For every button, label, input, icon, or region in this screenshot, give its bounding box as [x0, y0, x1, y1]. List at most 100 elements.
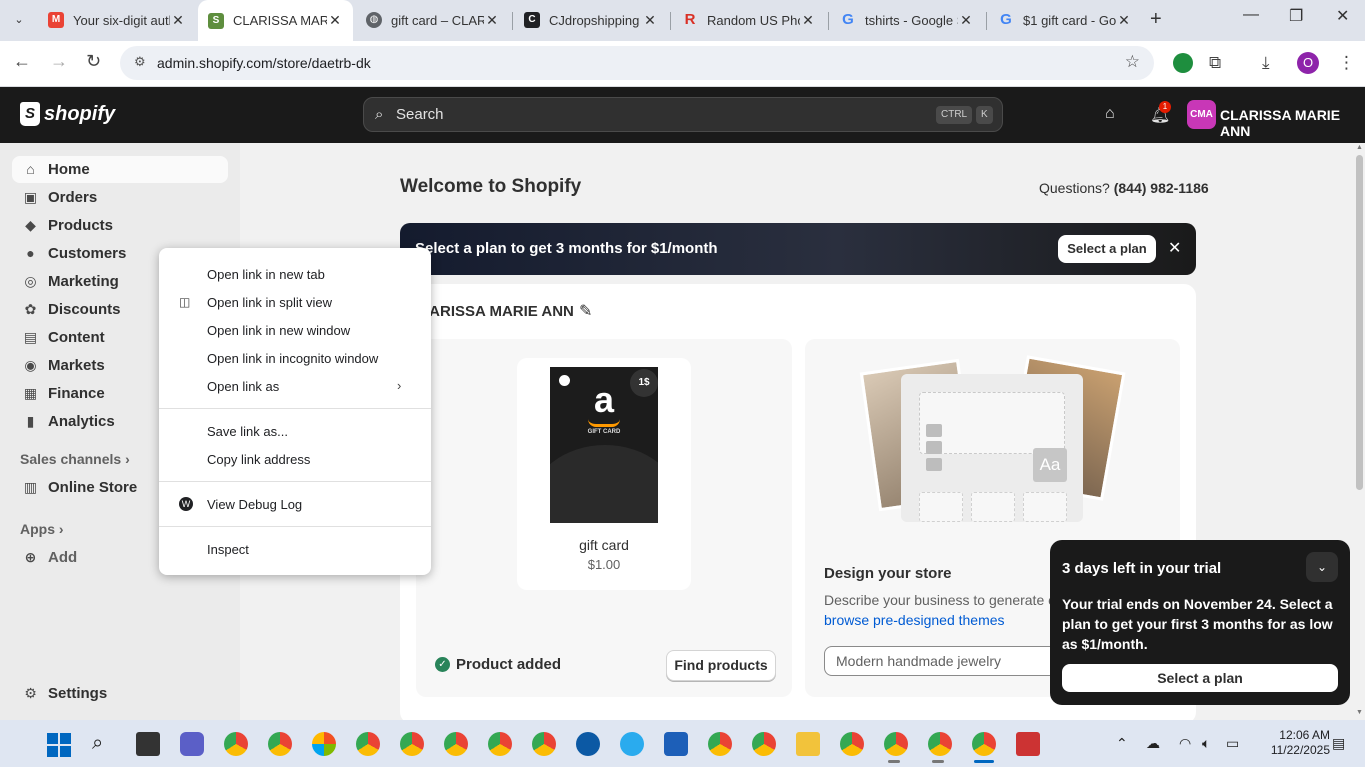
snipping-tool-icon[interactable]	[1016, 732, 1040, 756]
sidebar-item-label: Discounts	[48, 301, 121, 318]
extensions-icon[interactable]: ⧉	[1209, 53, 1229, 73]
edge-icon[interactable]	[576, 732, 600, 756]
close-icon[interactable]: ✕	[170, 12, 186, 29]
menu-item-open-split-view[interactable]: ◫ Open link in split view	[159, 289, 431, 317]
tab-title: gift card – CLARISSA	[391, 12, 484, 28]
sidebar-item-products[interactable]: ◆ Products	[12, 212, 228, 239]
pencil-icon[interactable]: ✎	[579, 301, 592, 321]
menu-item-open-new-tab[interactable]: Open link in new tab	[159, 261, 431, 289]
scroll-down-icon[interactable]: ▼	[1356, 709, 1363, 716]
tab-search-icon[interactable]: ⌄	[8, 10, 30, 30]
menu-kebab-icon[interactable]: ⋮	[1338, 53, 1358, 73]
menu-item-open-link-as[interactable]: Open link as ›	[159, 373, 431, 401]
reload-icon[interactable]: ↻	[86, 51, 101, 72]
extension-grammarly-icon[interactable]	[1173, 53, 1193, 73]
menu-item-copy-link[interactable]: Copy link address	[159, 446, 431, 474]
marketing-icon: ◎	[24, 273, 37, 289]
sidebar-item-orders[interactable]: ▣ Orders	[12, 184, 228, 211]
menu-item-inspect[interactable]: Inspect	[159, 536, 431, 564]
close-icon[interactable]: ✕	[1116, 12, 1132, 29]
chrome-active-icon[interactable]	[972, 732, 996, 756]
wifi-icon[interactable]: ◠	[1179, 735, 1191, 752]
shopify-logo[interactable]: shopify	[20, 102, 115, 126]
taskbar-search-icon[interactable]: ⌕	[92, 732, 103, 755]
download-icon[interactable]: ⤓	[1262, 53, 1282, 73]
chrome-profile-icon[interactable]	[708, 732, 732, 756]
scrollbar-thumb[interactable]	[1356, 155, 1363, 490]
apps-heading[interactable]: Apps ›	[20, 521, 64, 537]
chrome-profile-icon[interactable]	[400, 732, 424, 756]
chrome-icon[interactable]	[224, 732, 248, 756]
close-icon[interactable]: ✕	[327, 12, 343, 29]
chrome-profile-icon[interactable]	[444, 732, 468, 756]
sales-channels-heading[interactable]: Sales channels ›	[20, 451, 130, 467]
store-avatar[interactable]: CMA	[1187, 100, 1216, 129]
tab-gmail[interactable]: M Your six-digit auth ✕	[38, 4, 196, 36]
sidebar-item-settings[interactable]: ⚙ Settings	[12, 680, 228, 707]
close-icon[interactable]: ✕	[800, 12, 816, 29]
tab-google-gift-card[interactable]: G $1 gift card - Google ✕	[988, 4, 1142, 36]
business-description-input[interactable]: Modern handmade jewelry	[824, 646, 1064, 676]
select-plan-button[interactable]: Select a plan	[1062, 664, 1338, 692]
chrome-profile-icon[interactable]	[928, 732, 952, 756]
copilot-icon[interactable]	[312, 732, 336, 756]
bookmark-star-icon[interactable]: ☆	[1125, 52, 1140, 72]
chrome-profile-icon[interactable]	[752, 732, 776, 756]
site-info-icon[interactable]: ⚙	[134, 54, 152, 72]
product-name: gift card	[579, 537, 629, 553]
inbox-icon[interactable]: ⌂	[1105, 105, 1115, 123]
close-icon[interactable]: ✕	[484, 12, 500, 29]
new-tab-icon[interactable]: +	[1150, 8, 1162, 31]
chrome-profile-icon[interactable]	[268, 732, 292, 756]
profile-avatar[interactable]: O	[1297, 52, 1319, 74]
store-icon[interactable]	[664, 732, 688, 756]
notifications-icon[interactable]: ▤	[1332, 735, 1345, 752]
back-icon[interactable]: ←	[13, 51, 31, 72]
menu-item-open-incognito[interactable]: Open link in incognito window	[159, 345, 431, 373]
chrome-profile-icon[interactable]	[356, 732, 380, 756]
close-icon[interactable]: ✕	[958, 12, 974, 29]
task-view-icon[interactable]	[136, 732, 160, 756]
tab-google-tshirts[interactable]: G tshirts - Google Search ✕	[830, 4, 984, 36]
tab-random-phone[interactable]: R Random US Phone ✕	[672, 4, 826, 36]
forward-icon[interactable]: →	[50, 51, 68, 72]
maximize-icon[interactable]: ❐	[1289, 6, 1303, 26]
system-clock[interactable]: 12:06 AM 11/22/2025	[1254, 728, 1330, 758]
browse-themes-link[interactable]: browse pre-designed themes	[824, 612, 1005, 628]
battery-icon[interactable]: ▭	[1226, 735, 1239, 752]
menu-item-open-new-window[interactable]: Open link in new window	[159, 317, 431, 345]
windows-start-icon[interactable]	[47, 733, 71, 757]
window-close-icon[interactable]: ✕	[1336, 6, 1349, 26]
volume-icon[interactable]: 🔈︎	[1202, 735, 1210, 752]
chrome-profile-icon[interactable]	[488, 732, 512, 756]
telegram-icon[interactable]	[620, 732, 644, 756]
store-name[interactable]: CLARISSA MARIE ANN	[1220, 107, 1365, 139]
scroll-up-icon[interactable]: ▲	[1356, 144, 1363, 151]
menu-item-save-link[interactable]: Save link as...	[159, 418, 431, 446]
chrome-profile-icon[interactable]	[840, 732, 864, 756]
url-text[interactable]: admin.shopify.com/store/daetrb-dk	[157, 55, 371, 71]
apps-label: Apps	[20, 521, 55, 537]
close-icon[interactable]: ✕	[1168, 238, 1181, 258]
tab-shopify[interactable]: S CLARISSA MARIE ANN ✕	[198, 0, 353, 41]
find-products-button[interactable]: Find products	[666, 650, 776, 681]
tab-gift-card[interactable]: ◍ gift card – CLARISSA ✕	[356, 4, 510, 36]
product-image[interactable]: 1$ a GIFT CARD	[550, 367, 658, 523]
minimize-icon[interactable]: —	[1243, 6, 1259, 24]
onedrive-icon[interactable]: ☁	[1146, 735, 1160, 752]
page-scrollbar[interactable]: ▲ ▼	[1354, 143, 1365, 720]
menu-item-view-debug-log[interactable]: W View Debug Log	[159, 491, 431, 519]
close-icon[interactable]: ✕	[642, 12, 658, 29]
teams-icon[interactable]	[180, 732, 204, 756]
search-input[interactable]: ⌕ Search CTRL K	[363, 97, 1003, 132]
file-explorer-icon[interactable]	[796, 732, 820, 756]
phone-number[interactable]: (844) 982-1186	[1114, 180, 1209, 196]
tab-cjdropshipping[interactable]: C CJdropshipping ✕	[514, 4, 668, 36]
select-plan-button[interactable]: Select a plan	[1058, 235, 1156, 263]
sidebar-item-home[interactable]: ⌂ Home	[12, 156, 228, 183]
chrome-profile-icon[interactable]	[884, 732, 908, 756]
chevron-down-icon[interactable]: ⌄	[1306, 552, 1338, 582]
chrome-profile-icon[interactable]	[532, 732, 556, 756]
address-bar[interactable]: ⚙ admin.shopify.com/store/daetrb-dk ☆	[120, 46, 1154, 80]
chevron-up-icon[interactable]: ⌃	[1116, 735, 1128, 752]
